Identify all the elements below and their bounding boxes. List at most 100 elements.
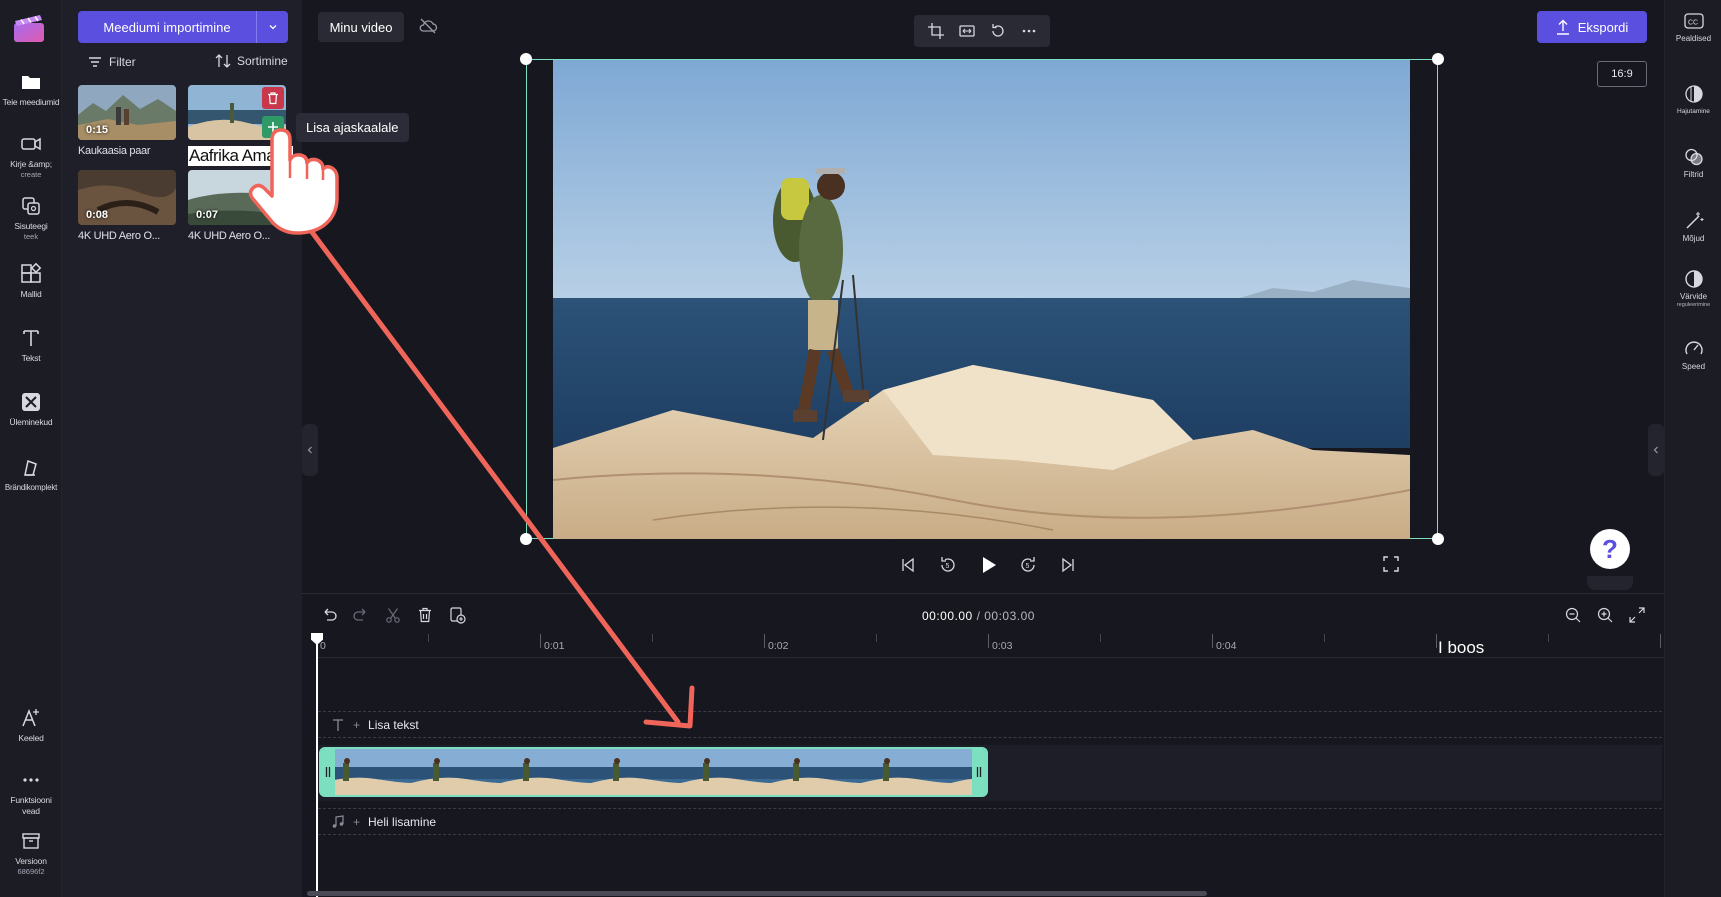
sort-button[interactable]: Sortimine [215, 54, 288, 68]
rail-item-color-adjust[interactable]: Värvide reguleerimine [1665, 268, 1721, 308]
video-clip[interactable] [319, 747, 988, 797]
grip-icon [325, 767, 331, 777]
add-to-timeline-button[interactable] [262, 116, 284, 138]
rail-item-content-library[interactable]: Sisuteegi teek [0, 194, 62, 241]
more-options-icon[interactable] [1020, 22, 1038, 40]
redo-icon[interactable] [352, 606, 370, 624]
rail-item-languages[interactable]: Keeled [0, 706, 62, 744]
add-audio-track[interactable]: + Heli lisamine [331, 815, 436, 829]
library-icon [19, 194, 43, 218]
current-time: 00:00.00 [922, 609, 973, 623]
rail-item-transitions[interactable]: Üleminekud [0, 390, 62, 428]
rail-item-fade[interactable]: Hajutamine [1665, 83, 1721, 117]
clip-trim-handle-right[interactable] [972, 749, 986, 795]
add-to-clip-icon[interactable] [448, 606, 466, 624]
resize-handle-bottom-right[interactable] [1432, 533, 1444, 545]
forward-5s-icon[interactable]: 5 [1015, 552, 1041, 578]
import-dropdown-button[interactable] [256, 11, 288, 43]
media-title-input[interactable]: Aafrika Amari I [188, 146, 294, 166]
rail-item-version[interactable]: Versioon 68696f2 [0, 829, 62, 876]
import-media-label[interactable]: Meediumi importimine [78, 11, 256, 43]
templates-icon [19, 262, 43, 286]
text-track-border [318, 737, 1662, 738]
rail-item-brand-kit[interactable]: Brändikomplekt [0, 455, 62, 493]
media-title: 4K UHD Aero O... [78, 230, 161, 242]
rewind-5s-icon[interactable]: 5 [935, 552, 961, 578]
rail-item-captions[interactable]: CC Pealdised [1665, 10, 1721, 44]
fit-timeline-icon[interactable] [1628, 606, 1646, 624]
fit-icon[interactable] [958, 22, 976, 40]
rail-item-effects[interactable]: Mõjud [1665, 210, 1721, 244]
undo-icon[interactable] [320, 606, 338, 624]
rail-label: Sisuteegi [14, 221, 48, 231]
resize-handle-top-right[interactable] [1432, 53, 1444, 65]
delete-media-button[interactable] [262, 87, 284, 109]
media-thumbnail[interactable]: 0:07 [188, 170, 286, 225]
media-thumbnail[interactable]: 0:08 [78, 170, 176, 225]
aspect-ratio-button[interactable]: 16:9 [1597, 61, 1647, 87]
rail-item-your-media[interactable]: Teie meediumid [0, 70, 62, 108]
playhead[interactable] [316, 633, 318, 897]
sort-icon [215, 54, 231, 68]
rail-item-text[interactable]: Tekst [0, 326, 62, 364]
archive-icon [19, 829, 43, 853]
plus-icon: + [353, 718, 361, 732]
skip-to-start-icon[interactable] [895, 552, 921, 578]
import-media-button[interactable]: Meediumi importimine [78, 11, 288, 43]
media-thumbnail-hovered[interactable] [188, 85, 286, 140]
play-icon[interactable] [975, 552, 1001, 578]
zoom-out-icon[interactable] [1564, 606, 1582, 624]
delete-icon[interactable] [416, 606, 434, 624]
help-button[interactable]: ? [1590, 529, 1630, 569]
total-duration: / 00:03.00 [976, 609, 1035, 623]
svg-text:5: 5 [946, 563, 950, 570]
rail-label: Brändikomplekt [4, 483, 58, 492]
grip-icon [976, 767, 982, 777]
preview-toolbar [914, 15, 1050, 47]
rail-label: Hajutamine [1677, 108, 1710, 115]
media-title: 4K UHD Aero O... [188, 230, 271, 242]
trash-icon [268, 92, 278, 105]
collapse-properties-panel-handle[interactable] [1648, 424, 1664, 476]
crop-icon[interactable] [927, 22, 945, 40]
rail-label: Speed [1681, 362, 1706, 371]
zoom-in-icon[interactable] [1596, 606, 1614, 624]
resize-handle-bottom-left[interactable] [520, 533, 532, 545]
language-icon [19, 706, 43, 730]
filter-button[interactable]: Filter [88, 55, 136, 69]
clip-frame [411, 749, 501, 795]
transitions-icon [19, 390, 43, 414]
fullscreen-icon[interactable] [1382, 555, 1400, 573]
clip-frame [771, 749, 861, 795]
rail-item-feature-requests[interactable]: Funktsiooni vead [0, 768, 62, 817]
rail-item-filters[interactable]: Filtrid [1665, 146, 1721, 180]
fade-icon [1683, 83, 1705, 105]
export-button[interactable]: Ekspordi [1537, 11, 1647, 43]
text-track-border [318, 711, 1662, 712]
rail-label: Mõjud [1682, 234, 1705, 243]
timeline-zoom-controls [1564, 606, 1646, 624]
captions-icon: CC [1683, 10, 1705, 32]
clip-trim-handle-left[interactable] [321, 749, 335, 795]
rotate-icon[interactable] [989, 22, 1007, 40]
text-icon [19, 326, 43, 350]
filters-icon [1683, 146, 1705, 168]
rail-sublabel: vead [22, 806, 40, 816]
split-scissors-icon[interactable] [384, 606, 402, 624]
rail-item-speed[interactable]: Speed [1665, 338, 1721, 372]
ruler-tick [652, 634, 653, 642]
media-thumbnail[interactable]: 0:15 [78, 85, 176, 140]
timeline-scrollbar[interactable] [307, 891, 1207, 896]
rail-item-record-create[interactable]: Kirje &amp; create [0, 132, 62, 179]
export-label: Ekspordi [1577, 19, 1629, 35]
camera-icon [19, 132, 43, 156]
audio-track-border [318, 834, 1662, 835]
help-collapse-tab[interactable] [1587, 576, 1633, 590]
project-title[interactable]: Minu video [318, 12, 404, 42]
resize-handle-top-left[interactable] [520, 53, 532, 65]
media-title: Kaukaasia paar [78, 145, 151, 157]
skip-to-end-icon[interactable] [1055, 552, 1081, 578]
add-text-track[interactable]: + Lisa tekst [331, 718, 419, 732]
rail-item-templates[interactable]: Mallid [0, 262, 62, 300]
collapse-media-panel-handle[interactable] [302, 424, 318, 476]
